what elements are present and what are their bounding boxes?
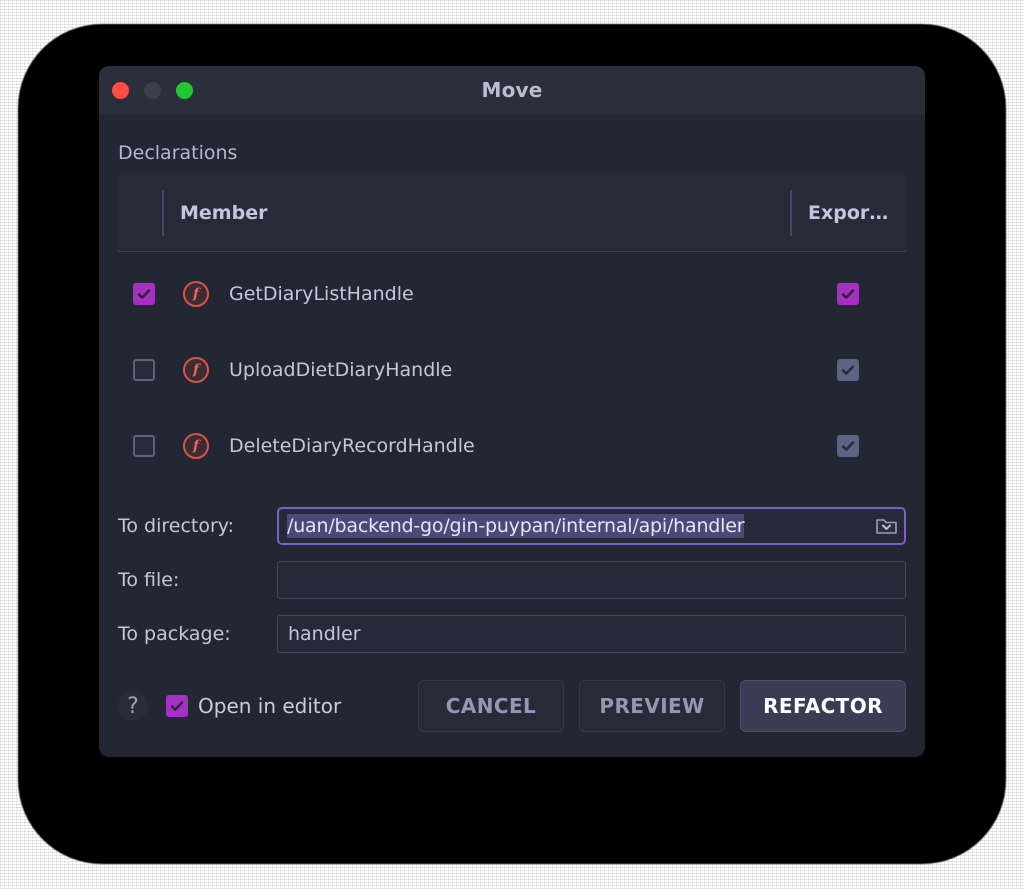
member-name: DeleteDiaryRecordHandle xyxy=(229,435,475,457)
folder-dropdown-icon[interactable] xyxy=(872,512,902,540)
member-select-checkbox[interactable] xyxy=(133,435,155,457)
member-kind-cell: f xyxy=(170,281,222,307)
row-select-cell[interactable] xyxy=(118,435,170,457)
member-select-checkbox[interactable] xyxy=(133,359,155,381)
export-checkbox[interactable] xyxy=(837,359,859,381)
open-in-editor-label: Open in editor xyxy=(198,694,342,718)
table-header-row: Member Expor… xyxy=(118,175,906,252)
to-directory-row: To directory: /uan/backend-go/gin-puypan… xyxy=(118,502,906,550)
declarations-table: Member Expor… f GetDiaryListHandle f Upl… xyxy=(118,175,906,484)
screenshot-root: Move Declarations Member Expor… f GetDia… xyxy=(0,0,1024,889)
to-package-row: To package: handler xyxy=(118,610,906,658)
column-header-export[interactable]: Expor… xyxy=(790,190,906,236)
to-file-row: To file: xyxy=(118,556,906,604)
footer-buttons: CANCEL PREVIEW REFACTOR xyxy=(418,680,906,732)
table-row[interactable]: f DeleteDiaryRecordHandle xyxy=(118,408,906,484)
export-cell[interactable] xyxy=(790,359,906,381)
window-title: Move xyxy=(481,78,543,102)
to-package-label: To package: xyxy=(118,623,231,645)
to-directory-field-wrap: /uan/backend-go/gin-puypan/internal/api/… xyxy=(277,507,906,545)
move-target-form: To directory: /uan/backend-go/gin-puypan… xyxy=(118,502,906,658)
export-checkbox[interactable] xyxy=(837,283,859,305)
member-name: GetDiaryListHandle xyxy=(229,283,414,305)
function-icon: f xyxy=(183,433,209,459)
dialog-footer: ? Open in editor CANCEL PREVIEW REFACTOR xyxy=(118,680,906,732)
to-directory-label: To directory: xyxy=(118,515,235,537)
table-row[interactable]: f UploadDietDiaryHandle xyxy=(118,332,906,408)
table-body: f GetDiaryListHandle f UploadDietDiaryHa… xyxy=(118,252,906,484)
row-select-cell[interactable] xyxy=(118,359,170,381)
preview-button[interactable]: PREVIEW xyxy=(579,680,725,732)
to-file-label: To file: xyxy=(118,569,180,591)
row-select-cell[interactable] xyxy=(118,283,170,305)
refactor-button[interactable]: REFACTOR xyxy=(740,680,906,732)
question-mark-icon[interactable]: ? xyxy=(118,691,148,721)
export-cell[interactable] xyxy=(790,435,906,457)
table-row[interactable]: f GetDiaryListHandle xyxy=(118,256,906,332)
to-file-field-wrap xyxy=(277,561,906,599)
cancel-button[interactable]: CANCEL xyxy=(418,680,564,732)
open-in-editor-checkbox[interactable] xyxy=(166,695,188,717)
to-directory-value: /uan/backend-go/gin-puypan/internal/api/… xyxy=(287,514,745,538)
declarations-label: Declarations xyxy=(118,142,238,164)
to-package-value: handler xyxy=(288,623,361,645)
function-icon: f xyxy=(183,281,209,307)
to-package-input[interactable]: handler xyxy=(277,615,906,653)
to-directory-input[interactable]: /uan/backend-go/gin-puypan/internal/api/… xyxy=(277,507,906,545)
export-cell[interactable] xyxy=(790,283,906,305)
member-kind-cell: f xyxy=(170,433,222,459)
to-package-field-wrap: handler xyxy=(277,615,906,653)
export-checkbox[interactable] xyxy=(837,435,859,457)
function-icon: f xyxy=(183,357,209,383)
member-name: UploadDietDiaryHandle xyxy=(229,359,453,381)
open-in-editor-toggle[interactable]: Open in editor xyxy=(166,694,341,718)
move-refactor-dialog: Move Declarations Member Expor… f GetDia… xyxy=(99,66,925,757)
dialog-body: Declarations Member Expor… f GetDiaryLis… xyxy=(99,142,925,732)
member-select-checkbox[interactable] xyxy=(133,283,155,305)
to-file-input[interactable] xyxy=(277,561,906,599)
member-kind-cell: f xyxy=(170,357,222,383)
title-bar[interactable]: Move xyxy=(99,66,925,115)
column-header-member[interactable]: Member xyxy=(162,190,790,236)
